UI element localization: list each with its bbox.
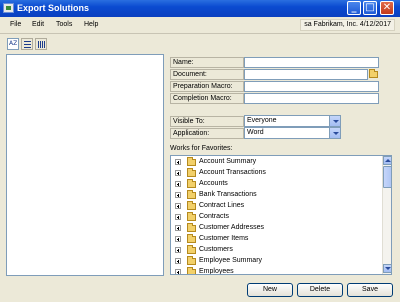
folder-icon	[187, 256, 196, 265]
list-item[interactable]: Contracts	[171, 211, 383, 222]
scroll-thumb[interactable]	[383, 166, 391, 188]
preparation-macro-label: Preparation Macro:	[170, 81, 244, 92]
list-item-label: Account Summary	[199, 158, 257, 165]
expand-icon[interactable]	[175, 225, 181, 231]
favorites-list[interactable]: Account Summary Account Transactions Acc…	[170, 155, 392, 275]
name-field[interactable]	[244, 57, 379, 68]
list-item-label: Customer Items	[199, 235, 249, 242]
expand-icon[interactable]	[175, 269, 181, 274]
list-item-label: Contract Lines	[199, 202, 245, 209]
delete-button[interactable]: Delete	[297, 283, 343, 297]
completion-macro-label: Completion Macro:	[170, 93, 244, 104]
folder-icon	[187, 179, 196, 188]
columns-view-button[interactable]	[35, 38, 47, 50]
visible-to-select[interactable]: Everyone	[244, 115, 341, 127]
favorites-label: Works for Favorites:	[170, 145, 233, 152]
folder-icon	[187, 157, 196, 166]
list-item-label: Employees	[199, 268, 234, 275]
scroll-up-button[interactable]	[383, 156, 391, 165]
expand-icon[interactable]	[175, 214, 181, 220]
folder-icon	[187, 201, 196, 210]
list-item[interactable]: Customer Items	[171, 233, 383, 244]
minimize-button[interactable]: _	[347, 1, 361, 15]
menu-tools[interactable]: Tools	[56, 21, 72, 28]
list-item[interactable]: Customer Addresses	[171, 222, 383, 233]
sort-alpha-button[interactable]: AZ	[7, 38, 19, 50]
expand-icon[interactable]	[175, 236, 181, 242]
application-value: Word	[247, 129, 264, 136]
browse-document-button[interactable]	[369, 69, 379, 79]
visible-to-label: Visible To:	[170, 116, 244, 127]
arrow-down-icon	[385, 267, 391, 270]
list-item-label: Employee Summary	[199, 257, 263, 264]
new-button[interactable]: New	[247, 283, 293, 297]
menu-help[interactable]: Help	[84, 21, 98, 28]
favorites-scrollbar[interactable]	[382, 156, 391, 274]
list-item[interactable]: Account Summary	[171, 156, 383, 167]
chevron-down-icon[interactable]	[329, 116, 340, 126]
menu-edit[interactable]: Edit	[32, 21, 44, 28]
session-info: sa Fabrikam, Inc. 4/12/2017	[300, 19, 395, 31]
folder-icon	[187, 223, 196, 232]
save-button[interactable]: Save	[347, 283, 393, 297]
application-label: Application:	[170, 128, 244, 139]
app-icon	[3, 3, 14, 13]
expand-icon[interactable]	[175, 258, 181, 264]
expand-icon[interactable]	[175, 181, 181, 187]
title-bar: Export Solutions _ □ ✕	[0, 0, 400, 17]
close-button[interactable]: ✕	[380, 1, 394, 15]
list-item-label: Accounts	[199, 180, 228, 187]
list-item-label: Account Transactions	[199, 169, 266, 176]
list-item[interactable]: Account Transactions	[171, 167, 383, 178]
folder-icon	[187, 234, 196, 243]
folder-icon	[369, 69, 378, 78]
folder-icon	[187, 212, 196, 221]
sort-alpha-icon: AZ	[9, 40, 18, 47]
folder-icon	[187, 168, 196, 177]
list-item-label: Customers	[199, 246, 233, 253]
folder-icon	[187, 267, 196, 274]
application-select[interactable]: Word	[244, 127, 341, 139]
list-item[interactable]: Bank Transactions	[171, 189, 383, 200]
list-view-button[interactable]	[21, 38, 33, 50]
arrow-up-icon	[385, 159, 391, 162]
expand-icon[interactable]	[175, 159, 181, 165]
expand-icon[interactable]	[175, 192, 181, 198]
list-item[interactable]: Accounts	[171, 178, 383, 189]
preparation-macro-field[interactable]	[244, 81, 379, 92]
name-label: Name:	[170, 57, 244, 68]
list-item-label: Bank Transactions	[199, 191, 257, 198]
list-item-label: Contracts	[199, 213, 229, 220]
document-label: Document:	[170, 69, 244, 80]
solutions-tree-panel[interactable]	[6, 54, 164, 276]
document-field[interactable]	[244, 69, 368, 80]
scroll-down-button[interactable]	[383, 264, 391, 273]
window-title: Export Solutions	[17, 3, 89, 13]
folder-icon	[187, 190, 196, 199]
menu-bar: File Edit Tools Help sa Fabrikam, Inc. 4…	[0, 17, 400, 34]
list-item[interactable]: Employee Summary	[171, 255, 383, 266]
list-item-label: Customer Addresses	[199, 224, 264, 231]
expand-icon[interactable]	[175, 247, 181, 253]
expand-icon[interactable]	[175, 170, 181, 176]
list-item[interactable]: Employees	[171, 266, 383, 275]
list-item[interactable]: Customers	[171, 244, 383, 255]
list-item[interactable]: Contract Lines	[171, 200, 383, 211]
expand-icon[interactable]	[175, 203, 181, 209]
folder-icon	[187, 245, 196, 254]
maximize-button[interactable]: □	[363, 1, 377, 15]
chevron-down-icon[interactable]	[329, 128, 340, 138]
menu-file[interactable]: File	[10, 21, 21, 28]
completion-macro-field[interactable]	[244, 93, 379, 104]
visible-to-value: Everyone	[247, 117, 277, 124]
